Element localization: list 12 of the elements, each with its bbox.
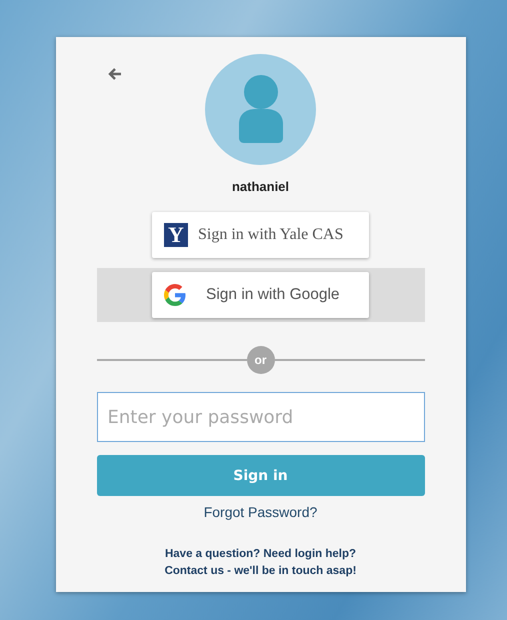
username: nathaniel — [232, 179, 290, 194]
yale-sign-in-button[interactable]: Y Sign in with Yale CAS — [152, 212, 369, 258]
google-sign-in-button[interactable]: Sign in with Google — [152, 272, 369, 318]
contact-link[interactable]: Contact us - we'll be in touch asap! — [164, 563, 356, 580]
forgot-password-link[interactable]: Forgot Password? — [204, 504, 318, 520]
help-text: Have a question? Need login help? — [164, 547, 356, 562]
or-divider-badge: or — [246, 346, 274, 374]
avatar-icon — [205, 54, 316, 165]
password-field[interactable]: Enter your password — [96, 392, 424, 442]
google-logo-icon — [164, 284, 186, 306]
back-arrow-icon[interactable] — [108, 67, 122, 81]
yale-logo-icon: Y — [164, 223, 188, 247]
